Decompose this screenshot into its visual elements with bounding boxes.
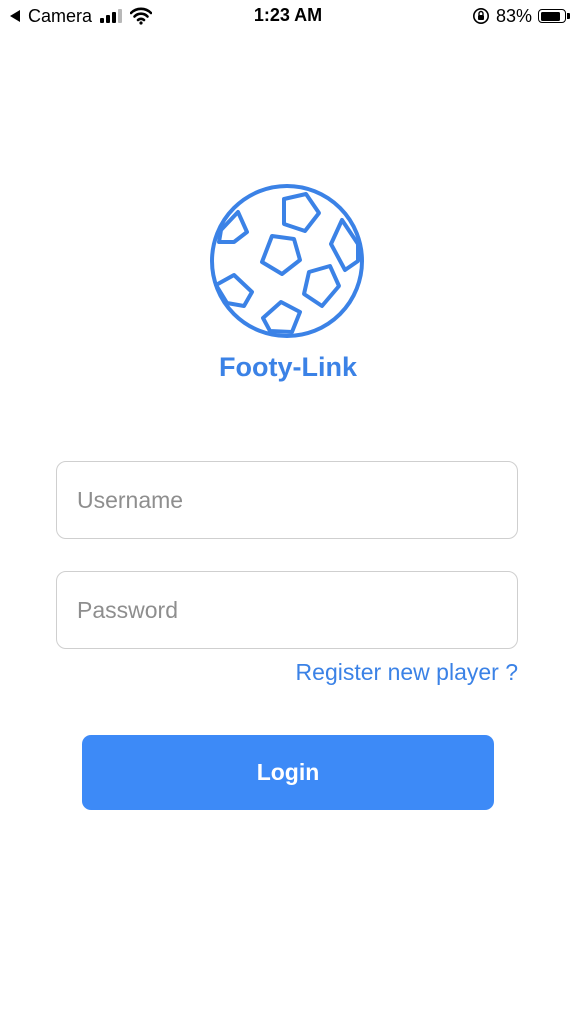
register-new-player-link[interactable]: Register new player ? [296, 659, 518, 686]
battery-percent: 83% [495, 5, 532, 26]
app-name: Footy-Link [219, 352, 357, 382]
password-input[interactable] [56, 571, 518, 649]
orientation-lock-icon [472, 8, 489, 24]
battery-fill [540, 11, 560, 21]
username-input[interactable] [56, 461, 518, 539]
status-bar: Camera 1:23 AM 83% [0, 0, 576, 34]
login-screen: Camera 1:23 AM 83% Footy-Link Username R… [0, 0, 576, 1024]
status-right: 83% [472, 5, 570, 27]
battery-icon [538, 9, 570, 23]
login-button[interactable]: Login [82, 735, 494, 810]
soccer-ball-icon [210, 184, 364, 338]
